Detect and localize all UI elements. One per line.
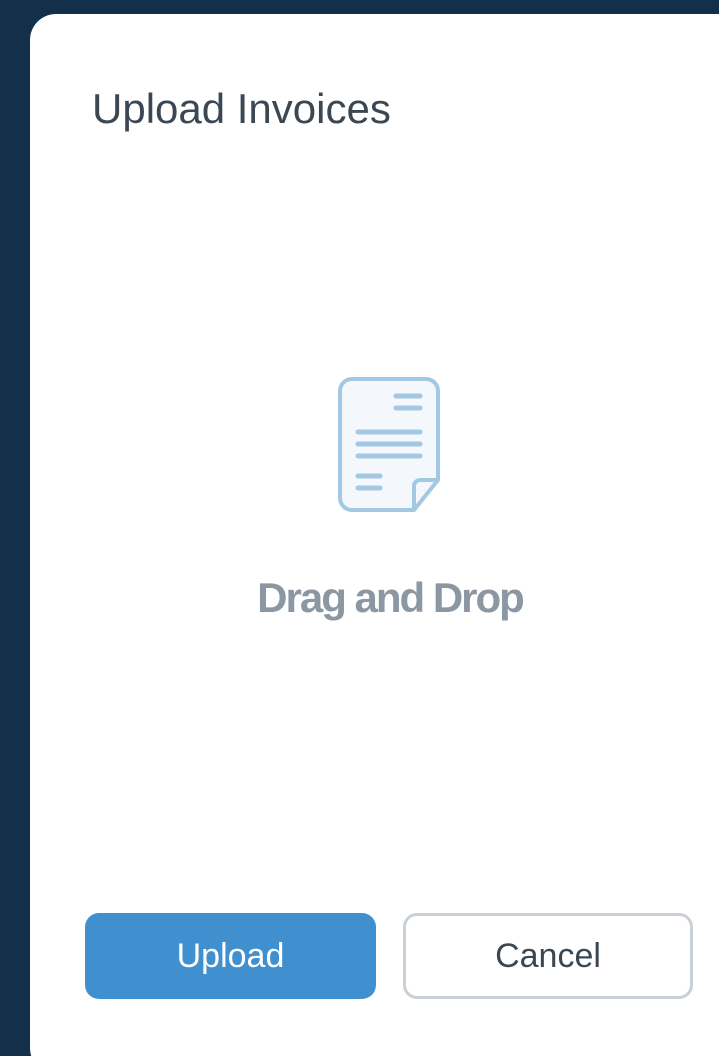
dialog-title: Upload Invoices — [92, 85, 391, 132]
drag-and-drop-label: Drag and Drop — [257, 574, 525, 621]
upload-invoices-dialog: Upload Invoices Drag and Drop Upload Can… — [30, 14, 719, 1056]
modal-backdrop: Upload Invoices Drag and Drop Upload Can… — [0, 0, 719, 1056]
cancel-button[interactable]: Cancel — [403, 913, 693, 999]
drag-and-drop-zone[interactable]: Drag and Drop — [30, 354, 719, 674]
upload-button[interactable]: Upload — [85, 913, 376, 999]
document-icon — [338, 377, 440, 512]
